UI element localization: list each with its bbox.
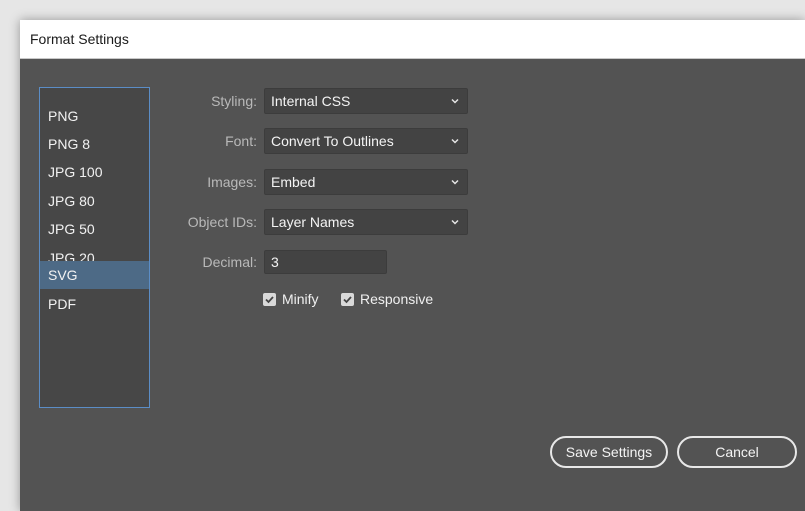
responsive-label: Responsive <box>360 291 434 307</box>
images-select[interactable]: Embed <box>264 169 468 195</box>
styling-value: Internal CSS <box>271 93 351 109</box>
minify-checkbox[interactable] <box>263 292 276 306</box>
chevron-down-icon <box>451 219 459 225</box>
dialog-title: Format Settings <box>30 31 129 47</box>
images-value: Embed <box>271 174 316 190</box>
styling-label: Styling: <box>211 93 257 109</box>
font-value: Convert To Outlines <box>271 133 394 149</box>
format-item-jpg-50[interactable]: JPG 50 <box>40 215 149 243</box>
responsive-checkbox-wrap[interactable]: Responsive <box>341 290 433 308</box>
format-item-png[interactable]: PNG <box>40 102 149 130</box>
minify-label: Minify <box>282 291 319 307</box>
format-item-pdf[interactable]: PDF <box>40 290 149 318</box>
font-select[interactable]: Convert To Outlines <box>264 128 468 154</box>
object-ids-label: Object IDs: <box>187 214 257 230</box>
format-list: PNG PNG 8 JPG 100 JPG 80 JPG 50 JPG 20 S… <box>39 87 150 408</box>
title-bar: Format Settings <box>20 20 805 59</box>
format-item-jpg-100[interactable]: JPG 100 <box>40 158 149 186</box>
chevron-down-icon <box>451 179 459 185</box>
format-item-jpg-80[interactable]: JPG 80 <box>40 187 149 215</box>
chevron-down-icon <box>451 138 459 144</box>
decimal-label: Decimal: <box>202 254 257 270</box>
font-label: Font: <box>225 133 257 149</box>
responsive-checkbox[interactable] <box>341 292 354 306</box>
object-ids-value: Layer Names <box>271 214 355 230</box>
object-ids-select[interactable]: Layer Names <box>264 209 468 235</box>
images-label: Images: <box>207 174 257 190</box>
checkmark-icon <box>265 295 274 303</box>
minify-checkbox-wrap[interactable]: Minify <box>263 290 319 308</box>
chevron-down-icon <box>451 98 459 104</box>
decimal-input[interactable] <box>264 250 387 274</box>
format-item-svg[interactable]: SVG <box>40 261 149 289</box>
format-item-png-8[interactable]: PNG 8 <box>40 130 149 158</box>
save-settings-button[interactable]: Save Settings <box>550 436 668 468</box>
styling-select[interactable]: Internal CSS <box>264 88 468 114</box>
checkmark-icon <box>343 295 352 303</box>
cancel-button[interactable]: Cancel <box>677 436 797 468</box>
format-settings-dialog: Format Settings PNG PNG 8 JPG 100 JPG 80… <box>20 20 805 511</box>
